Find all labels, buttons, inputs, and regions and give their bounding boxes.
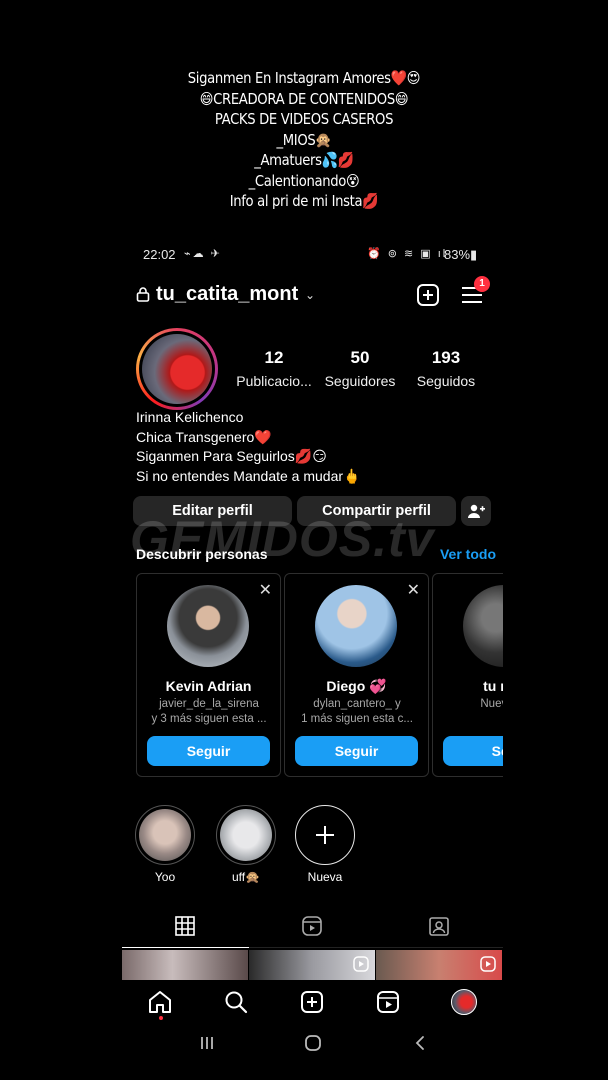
following-label: Seguidos [416, 373, 476, 389]
grid-icon [175, 916, 195, 936]
status-time: 22:02 [143, 247, 176, 262]
create-icon[interactable] [299, 989, 325, 1015]
avatar-photo [142, 334, 212, 404]
suggestion-handle: Nuevo en [480, 698, 503, 710]
highlight-label: uff🙊 [231, 870, 261, 884]
create-post-button[interactable] [417, 284, 439, 306]
suggestion-card: tu mer Nuevo en Seg [432, 573, 503, 777]
highlight-item[interactable]: uff🙊 [214, 805, 278, 884]
discover-people-button[interactable] [461, 496, 491, 526]
profile-bio: Irinna Kelichenco Chica Transgenero❤️ Si… [136, 408, 496, 486]
follow-button[interactable]: Seguir [295, 736, 418, 766]
posts-label: Publicacio... [236, 373, 312, 389]
caption-line: _MIOS🙊 [276, 130, 332, 149]
posts-grid [122, 950, 503, 980]
bio-line: Si no entendes Mandate a mudar🖕 [136, 467, 361, 484]
suggestions-carousel[interactable]: ✕ Kevin Adrian javier_de_la_sirena y 3 m… [136, 573, 503, 777]
follow-button[interactable]: Seg [443, 736, 503, 766]
caption-line: PACKS DE VIDEOS CASEROS [214, 110, 394, 128]
profile-nav-avatar[interactable] [451, 989, 477, 1015]
profile-avatar[interactable] [136, 328, 218, 410]
add-person-icon [468, 504, 485, 518]
suggestion-mutual: 1 más siguen esta c... [301, 713, 413, 725]
posts-stat[interactable]: 12 Publicacio... [234, 348, 314, 389]
tab-tagged[interactable] [376, 912, 503, 948]
caption-line: Siganmen En Instagram Amores❤️😍 [187, 69, 421, 87]
back-icon[interactable] [413, 1034, 427, 1052]
notification-badge: 1 [474, 276, 490, 292]
see-all-link[interactable]: Ver todo [440, 546, 496, 562]
chevron-down-icon[interactable]: ⌄ [305, 288, 315, 302]
highlight-cover [139, 809, 191, 861]
profile-actions: Editar perfil Compartir perfil [122, 496, 503, 526]
post-thumbnail[interactable] [122, 950, 248, 980]
suggestion-handle: javier_de_la_sirena [159, 698, 259, 710]
home-button-icon[interactable] [304, 1034, 322, 1052]
status-bar: 22:02 ⌁☁ ✈ ⏰ ⊚ ≋ ▣ ıl 83%▮ [122, 244, 503, 266]
following-stat[interactable]: 193 Seguidos [406, 348, 486, 389]
suggestion-avatar[interactable] [315, 585, 397, 667]
caption-line: Info al pri de mi Insta💋 [229, 192, 379, 210]
notification-icons: ⌁☁ ✈ [184, 248, 222, 260]
follow-button[interactable]: Seguir [147, 736, 270, 766]
suggestion-name: Diego 💞 [326, 678, 387, 694]
highlight-label: Nueva [307, 870, 343, 884]
suggestion-card: ✕ Diego 💞 dylan_cantero_ y 1 más siguen … [284, 573, 429, 777]
highlight-cover [220, 809, 272, 861]
bio-line: Siganmen Para Seguirlos💋😏 [136, 448, 327, 464]
plus-icon [295, 805, 355, 865]
following-count: 193 [431, 348, 461, 367]
profile-tabs [122, 912, 503, 948]
system-status-icons: ⏰ ⊚ ≋ ▣ ıl [367, 248, 448, 260]
post-thumbnail[interactable] [376, 950, 502, 980]
caption-line: _Amatuers💦💋 [254, 151, 354, 169]
new-highlight-button[interactable]: Nueva [293, 805, 357, 884]
home-icon[interactable] [147, 989, 173, 1015]
close-icon[interactable]: ✕ [259, 580, 272, 600]
tab-posts-grid[interactable] [122, 912, 249, 948]
phone-screen: 22:02 ⌁☁ ✈ ⏰ ⊚ ≋ ▣ ıl 83%▮ tu_catita_mon… [122, 240, 503, 1066]
recent-apps-icon[interactable] [199, 1034, 215, 1052]
profile-header: tu_catita_mont ⌄ 1 [122, 276, 503, 310]
bottom-navigation [122, 982, 503, 1022]
reels-icon[interactable] [375, 989, 401, 1015]
tagged-icon [429, 917, 449, 936]
suggestion-mutual: y 3 más siguen esta ... [151, 713, 267, 725]
discover-title: Descubrir personas [136, 546, 268, 562]
share-profile-button[interactable]: Compartir perfil [297, 496, 456, 526]
edit-profile-button[interactable]: Editar perfil [133, 496, 292, 526]
close-icon[interactable]: ✕ [407, 580, 420, 600]
followers-label: Seguidores [324, 373, 396, 389]
notification-dot [159, 1016, 163, 1020]
followers-stat[interactable]: 50 Seguidores [320, 348, 400, 389]
lock-icon [136, 287, 150, 302]
caption-line: 😄CREADORA DE CONTENIDOS😄 [199, 89, 409, 108]
reels-icon [353, 956, 369, 972]
story-highlights: Yoo uff🙊 Nueva [122, 805, 503, 885]
battery-indicator: 83%▮ [444, 247, 478, 262]
suggestion-handle: dylan_cantero_ y [313, 698, 401, 710]
reels-icon [302, 916, 322, 936]
search-icon[interactable] [223, 989, 249, 1015]
caption-line: _Calentionando😵 [248, 171, 360, 190]
suggestion-name: Kevin Adrian [165, 678, 252, 694]
username-switcher[interactable]: tu_catita_mont [156, 283, 298, 306]
highlight-label: Yoo [154, 870, 176, 884]
bio-line: Chica Transgenero❤️ [136, 428, 272, 445]
suggestion-avatar[interactable] [463, 585, 503, 667]
system-navigation [122, 1026, 503, 1066]
post-thumbnail[interactable] [249, 950, 375, 980]
overlay-caption: Siganmen En Instagram Amores❤️😍 😄CREADOR… [0, 68, 608, 212]
highlight-item[interactable]: Yoo [133, 805, 197, 884]
discover-people-header: Descubrir personas Ver todo [136, 546, 496, 564]
followers-count: 50 [350, 348, 370, 367]
suggestion-avatar[interactable] [167, 585, 249, 667]
reels-icon [480, 956, 496, 972]
suggestion-card: ✕ Kevin Adrian javier_de_la_sirena y 3 m… [136, 573, 281, 777]
tab-reels[interactable] [249, 912, 376, 948]
posts-count: 12 [264, 348, 284, 367]
suggestion-name: tu mer [483, 678, 503, 694]
display-name: Irinna Kelichenco [136, 409, 244, 425]
